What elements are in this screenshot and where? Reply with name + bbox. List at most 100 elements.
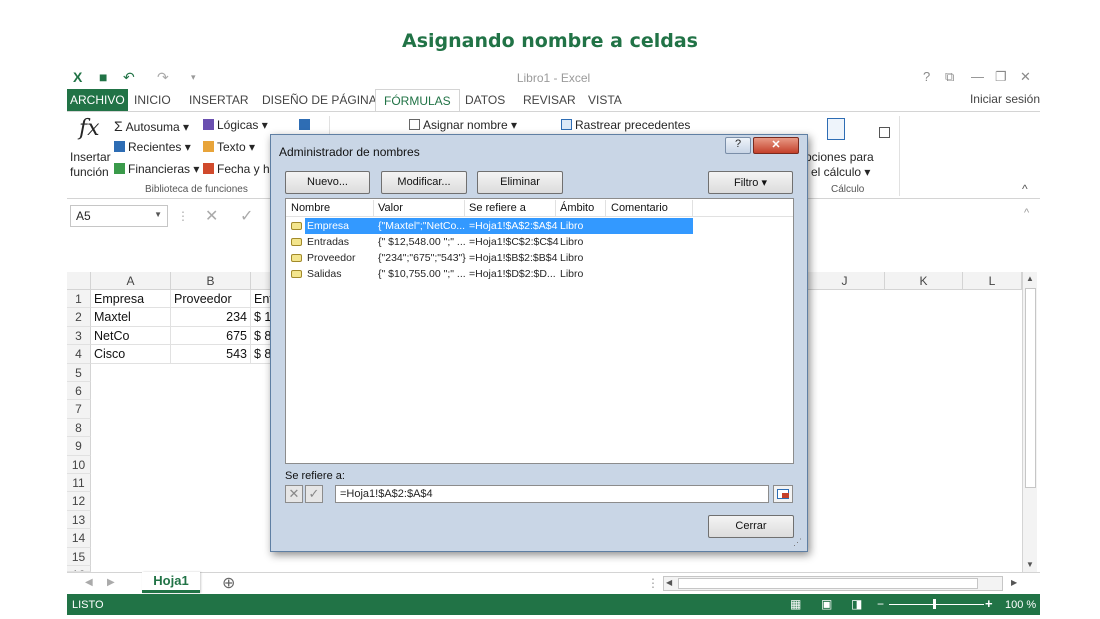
refers-to-input[interactable]: =Hoja1!$A$2:$A$4 [335, 485, 769, 503]
zoom-slider-thumb[interactable] [933, 599, 936, 609]
minimize-icon[interactable]: — [971, 69, 984, 84]
opciones-calculo-label-1[interactable]: pciones para [805, 150, 874, 164]
help-icon[interactable]: ? [923, 69, 930, 84]
cell-a2[interactable]: Maxtel [91, 308, 171, 327]
tab-formulas[interactable]: FÓRMULAS [375, 89, 460, 112]
cell-b3[interactable]: 675 [171, 326, 251, 346]
restore-icon[interactable]: ❐ [995, 69, 1007, 85]
sheet-tab-hoja1[interactable]: Hoja1 [142, 572, 200, 593]
hscroll-thumb[interactable] [678, 578, 978, 589]
header-se-refiere-a[interactable]: Se refiere a [469, 202, 526, 214]
cell-c2[interactable]: $ 1 [251, 308, 271, 327]
close-window-icon[interactable]: ✕ [1020, 69, 1031, 85]
normal-view-icon[interactable]: ▦ [790, 597, 801, 611]
opciones-calculo-label-2[interactable]: el cálculo ▾ [811, 165, 870, 179]
cerrar-button[interactable]: Cerrar [708, 515, 794, 538]
cancel-edit-icon[interactable]: ✕ [285, 485, 303, 503]
cell-a3[interactable]: NetCo [91, 326, 171, 346]
logicas-button[interactable]: Lógicas ▾ [203, 118, 268, 132]
enter-formula-icon[interactable]: ✓ [240, 206, 253, 226]
calculate-sheet-button[interactable] [879, 126, 893, 140]
collapse-dialog-button[interactable] [773, 485, 793, 503]
row-header[interactable]: 8 [67, 418, 91, 438]
cell-a1[interactable]: Empresa [91, 290, 171, 309]
scroll-right-icon[interactable]: ▶ [1011, 578, 1017, 587]
select-all-corner[interactable] [67, 272, 91, 290]
calculate-now-button[interactable] [827, 118, 848, 142]
page-layout-view-icon[interactable]: ▣ [821, 597, 832, 611]
zoom-slider-track[interactable] [889, 604, 984, 605]
add-sheet-icon[interactable]: ⊕ [222, 573, 235, 593]
header-valor[interactable]: Valor [378, 202, 403, 214]
recientes-button[interactable]: Recientes ▾ [114, 140, 191, 154]
collapse-ribbon-icon[interactable]: ^ [1022, 182, 1028, 196]
rastrear-precedentes-button[interactable]: Rastrear precedentes [561, 118, 690, 132]
header-ambito[interactable]: Ámbito [560, 202, 594, 214]
split-handle-icon[interactable]: ⋮ [647, 576, 659, 590]
row-header[interactable]: 5 [67, 363, 91, 382]
tab-diseno-pagina[interactable]: DISEÑO DE PÁGINA [262, 93, 377, 107]
tab-archivo[interactable]: ARCHIVO [67, 89, 128, 111]
col-header-b[interactable]: B [171, 272, 251, 290]
zoom-out-icon[interactable]: − [877, 597, 884, 611]
tab-revisar[interactable]: REVISAR [523, 93, 576, 107]
texto-button[interactable]: Texto ▾ [203, 140, 255, 154]
insert-function-icon[interactable]: fx [79, 116, 100, 141]
col-header-a[interactable]: A [91, 272, 171, 290]
col-header-j[interactable]: J [805, 272, 885, 290]
row-header[interactable]: 7 [67, 400, 91, 419]
chevron-down-icon[interactable]: ▼ [154, 210, 162, 219]
tab-insertar[interactable]: INSERTAR [189, 93, 249, 107]
cell-c1[interactable]: Ent [251, 290, 271, 309]
next-sheet-icon[interactable]: ▶ [107, 577, 115, 588]
expand-formula-bar-icon[interactable]: ^ [1024, 207, 1029, 219]
dialog-help-button[interactable]: ? [725, 137, 751, 154]
row-header[interactable]: 6 [67, 382, 91, 401]
header-nombre[interactable]: Nombre [291, 202, 330, 214]
row-header[interactable]: 15 [67, 547, 91, 566]
insert-function-label-2[interactable]: función [70, 165, 109, 179]
row-header[interactable]: 1 [67, 290, 91, 309]
cell-c3[interactable]: $ 8 [251, 326, 271, 346]
col-header-k[interactable]: K [885, 272, 963, 290]
list-item[interactable]: Empresa {"Maxtel";"NetCo... =Hoja1!$A$2:… [287, 218, 793, 234]
scrollbar-thumb[interactable] [1025, 288, 1036, 488]
scroll-up-icon[interactable]: ▲ [1026, 274, 1034, 283]
row-header[interactable]: 3 [67, 326, 91, 346]
scroll-left-icon[interactable]: ◀ [666, 578, 672, 587]
cell-b2[interactable]: 234 [171, 308, 251, 327]
horizontal-scrollbar[interactable]: ◀ [663, 576, 1003, 591]
list-item[interactable]: Entradas {" $12,548.00 ";" ... =Hoja1!$C… [287, 234, 793, 250]
cell-b4[interactable]: 543 [171, 345, 251, 364]
tab-vista[interactable]: VISTA [588, 93, 622, 107]
cancel-formula-icon[interactable]: ✕ [205, 206, 218, 226]
cell-b1[interactable]: Proveedor [171, 290, 251, 309]
zoom-level[interactable]: 100 % [1005, 599, 1036, 611]
list-item[interactable]: Salidas {" $10,755.00 ";" ... =Hoja1!$D$… [287, 266, 793, 282]
asignar-nombre-button[interactable]: Asignar nombre ▾ [409, 118, 517, 132]
confirm-edit-icon[interactable]: ✓ [305, 485, 323, 503]
insert-function-label-1[interactable]: Insertar [70, 150, 111, 164]
row-header[interactable]: 10 [67, 455, 91, 474]
col-header-l[interactable]: L [963, 272, 1022, 290]
cell-c4[interactable]: $ 8 [251, 345, 271, 364]
dialog-close-button[interactable]: ✕ [753, 137, 799, 154]
cell-a4[interactable]: Cisco [91, 345, 171, 364]
row-header[interactable]: 12 [67, 492, 91, 511]
signin-link[interactable]: Iniciar sesión [970, 92, 1040, 106]
autosuma-button[interactable]: Σ Autosuma ▾ [114, 118, 189, 134]
row-header[interactable]: 4 [67, 345, 91, 364]
zoom-in-icon[interactable]: + [985, 596, 993, 611]
nuevo-button[interactable]: Nuevo... [285, 171, 370, 194]
row-header[interactable]: 11 [67, 474, 91, 493]
fecha-button[interactable]: Fecha y ho [203, 162, 276, 176]
filtro-button[interactable]: Filtro ▾ [708, 171, 793, 194]
tab-datos[interactable]: DATOS [465, 93, 505, 107]
modificar-button[interactable]: Modificar... [381, 171, 467, 194]
ribbon-display-icon[interactable]: ⧉ [945, 69, 954, 85]
header-comentario[interactable]: Comentario [611, 202, 668, 214]
names-list[interactable]: Nombre Valor Se refiere a Ámbito Comenta… [285, 198, 794, 464]
financieras-button[interactable]: Financieras ▾ [114, 162, 199, 176]
list-item[interactable]: Proveedor {"234";"675";"543"} =Hoja1!$B$… [287, 250, 793, 266]
row-header[interactable]: 13 [67, 510, 91, 530]
